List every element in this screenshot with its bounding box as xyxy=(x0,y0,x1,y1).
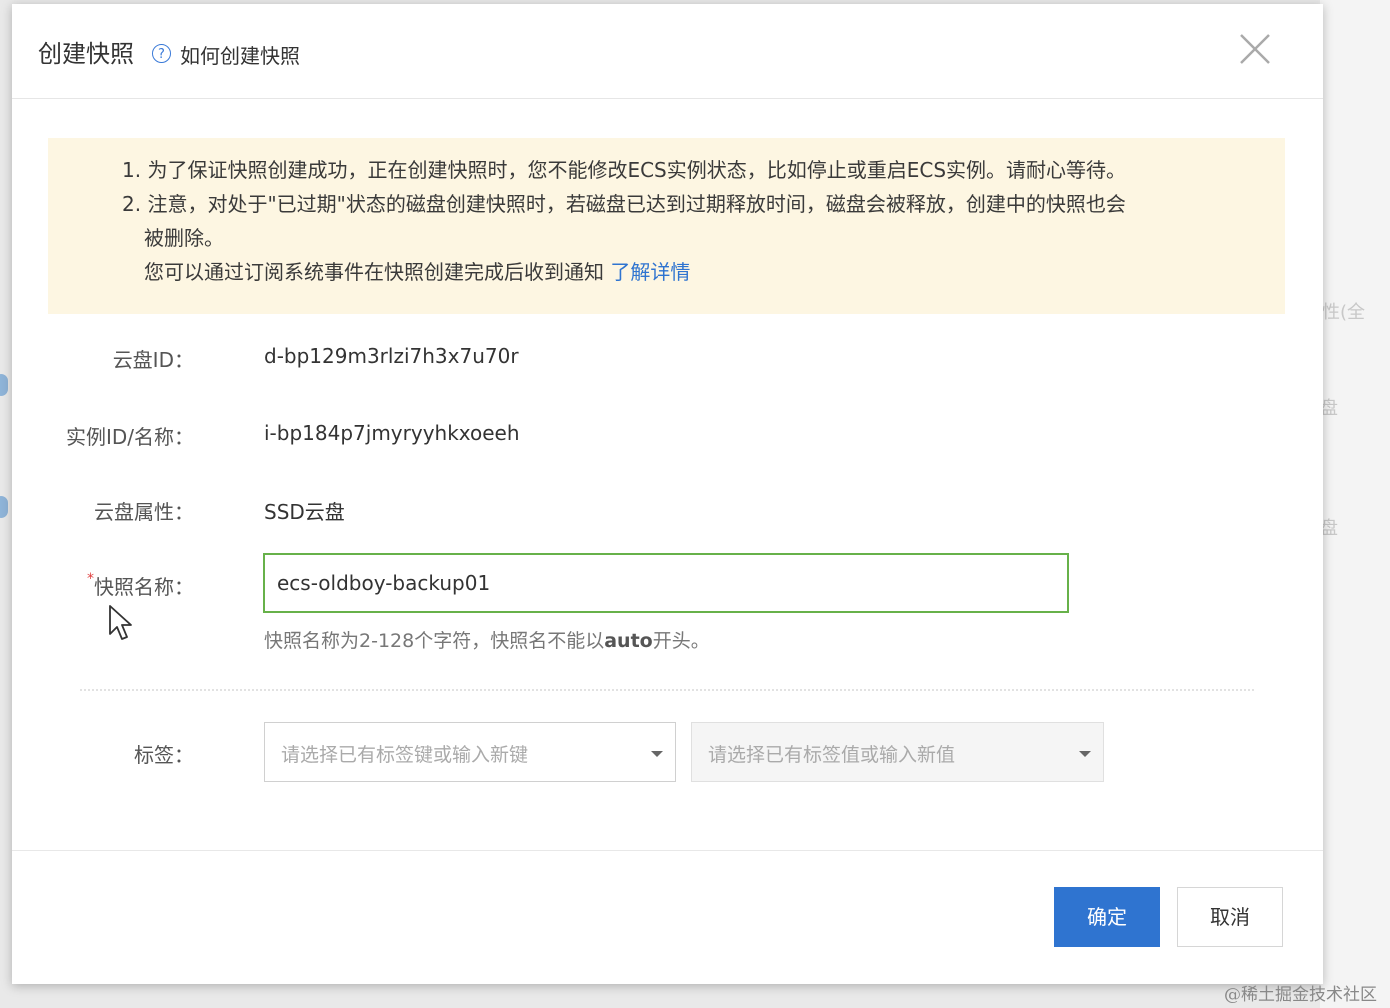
tag-value-placeholder: 请选择已有标签值或输入新值 xyxy=(708,744,956,766)
learn-more-link[interactable]: 了解详情 xyxy=(610,260,690,284)
watermark: @稀土掘金技术社区 xyxy=(1224,985,1377,1005)
tag-key-select[interactable]: 请选择已有标签键或输入新键 xyxy=(264,722,676,782)
close-icon[interactable] xyxy=(1238,32,1272,66)
notice-line-3: 您可以通过订阅系统事件在快照创建完成后收到通知 了解详情 xyxy=(144,256,690,285)
divider xyxy=(80,689,1254,691)
required-marker: * xyxy=(87,571,94,587)
disk-attr-label: 云盘属性： xyxy=(94,500,194,524)
dialog-title: 创建快照 xyxy=(38,40,134,68)
chevron-down-icon xyxy=(651,751,663,757)
help-link[interactable]: 如何创建快照 xyxy=(180,40,300,69)
background-marker xyxy=(0,374,8,396)
hint-text-end: 开头。 xyxy=(652,630,710,652)
background-panel xyxy=(1320,0,1390,1008)
confirm-button[interactable]: 确定 xyxy=(1054,887,1160,947)
instance-value: i-bp184p7jmyryyhkxoeeh xyxy=(264,421,520,445)
snapshot-name-input[interactable]: ecs-oldboy-backup01 xyxy=(263,553,1069,613)
notice-line-1: 1. 为了保证快照创建成功，正在创建快照时，您不能修改ECS实例状态，比如停止或… xyxy=(122,158,1127,182)
hint-keyword: auto xyxy=(604,630,653,652)
tag-label: 标签： xyxy=(134,743,194,767)
notice-line-2-cont: 被删除。 xyxy=(144,226,224,250)
notice-box: 1. 为了保证快照创建成功，正在创建快照时，您不能修改ECS实例状态，比如停止或… xyxy=(48,138,1285,314)
hint-text: 快照名称为2-128个字符，快照名不能以 xyxy=(264,630,605,652)
notice-line-2: 2. 注意，对处于"已过期"状态的磁盘创建快照时，若磁盘已达到过期释放时间，磁盘… xyxy=(122,192,1126,216)
disk-id-value: d-bp129m3rlzi7h3x7u70r xyxy=(264,344,519,368)
create-snapshot-dialog: 创建快照 ? 如何创建快照 1. 为了保证快照创建成功，正在创建快照时，您不能修… xyxy=(12,4,1323,984)
snapshot-name-label: *快照名称： xyxy=(14,571,194,600)
chevron-down-icon xyxy=(1079,751,1091,757)
tag-key-placeholder: 请选择已有标签键或输入新键 xyxy=(281,744,529,766)
snapshot-name-hint: 快照名称为2-128个字符，快照名不能以auto开头。 xyxy=(264,626,710,653)
background-marker xyxy=(0,496,8,518)
disk-attr-value: SSD云盘 xyxy=(264,500,345,524)
footer-divider xyxy=(12,850,1323,851)
mouse-cursor-icon xyxy=(109,605,132,640)
notice-subscribe-text: 您可以通过订阅系统事件在快照创建完成后收到通知 xyxy=(144,260,604,284)
help-icon[interactable]: ? xyxy=(152,44,171,63)
cancel-button[interactable]: 取消 xyxy=(1177,887,1283,947)
background-text: 性(全 xyxy=(1322,302,1366,323)
instance-label: 实例ID/名称： xyxy=(65,425,194,449)
tag-value-select[interactable]: 请选择已有标签值或输入新值 xyxy=(691,722,1104,782)
dialog-header: 创建快照 ? 如何创建快照 xyxy=(12,4,1323,99)
disk-id-label: 云盘ID： xyxy=(112,348,194,372)
snapshot-name-label-text: 快照名称： xyxy=(94,575,194,599)
